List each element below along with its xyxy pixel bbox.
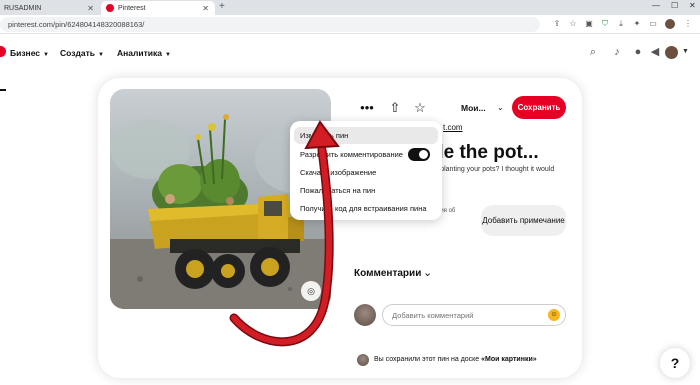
saved-note-text: Вы сохранили этот пин на доске <box>374 356 482 363</box>
vpn-shield-icon[interactable]: ⛉ <box>600 19 610 29</box>
visual-search-icon[interactable]: ◎ <box>301 281 321 301</box>
menu-dots-icon[interactable]: ⋮ <box>683 19 693 29</box>
source-link[interactable]: t.com <box>443 123 463 132</box>
puzzle-icon[interactable]: ✦ <box>632 19 642 29</box>
saved-board-link[interactable]: «Мои картинки» <box>481 356 537 363</box>
emoji-icon[interactable]: ☺ <box>548 309 560 321</box>
megaphone-icon[interactable]: ◀ <box>648 45 662 59</box>
nav-label: Аналитика <box>117 48 162 58</box>
nav-label: Бизнес <box>10 48 41 58</box>
chevron-down-icon: ▼ <box>165 52 171 58</box>
chevron-down-icon: ▼ <box>43 52 49 58</box>
download-icon[interactable]: ⤓ <box>616 19 626 29</box>
tab-title: Pinterest <box>118 4 146 12</box>
close-icon[interactable]: ✕ <box>202 4 209 13</box>
search-icon[interactable]: ⌕ <box>586 45 600 59</box>
url-field[interactable]: pinterest.com/pin/624804148320088163/ <box>0 17 540 32</box>
extension-icon[interactable]: ▣ <box>584 19 594 29</box>
avatar <box>357 354 369 366</box>
nav-business[interactable]: Бизнес ▼ <box>10 48 49 58</box>
notifications-bell-icon[interactable]: ♪ <box>610 45 624 59</box>
nav-create[interactable]: Создать ▼ <box>60 48 104 58</box>
chevron-down-icon[interactable]: ⌄ <box>423 266 432 279</box>
more-options-icon[interactable]: ••• <box>356 97 378 119</box>
menu-item-embed-code[interactable]: Получить код для встраивания пина <box>298 200 438 217</box>
add-note-button[interactable]: Добавить примечание <box>481 205 566 236</box>
comment-input[interactable] <box>382 304 566 326</box>
avatar <box>354 304 376 326</box>
browser-tab-pinterest[interactable]: Pinterest ✕ <box>101 1 215 15</box>
menu-item-edit-pin[interactable]: Изменить пин <box>294 127 438 144</box>
nav-label: Создать <box>60 48 95 58</box>
chevron-down-icon[interactable]: ⌄ <box>497 103 504 112</box>
close-icon[interactable]: ✕ <box>87 4 94 13</box>
save-button[interactable]: Сохранить <box>512 96 566 119</box>
pinterest-logo-icon[interactable] <box>0 46 6 57</box>
pin-description: rt planting your pots? I thought it woul… <box>434 166 555 173</box>
minimize-icon[interactable]: — <box>652 1 660 10</box>
sidebar-icon[interactable]: ▭ <box>648 19 658 29</box>
tab-title: RUSADMIN <box>4 4 42 12</box>
browser-tab-rusadmin[interactable]: RUSADMIN ✕ <box>0 1 100 15</box>
chevron-down-icon: ▼ <box>97 52 104 58</box>
window-close-icon[interactable]: ✕ <box>689 1 696 10</box>
avatar[interactable] <box>665 46 678 59</box>
address-bar-row: pinterest.com/pin/624804148320088163/ ⇪ … <box>0 15 700 34</box>
url-text: pinterest.com/pin/624804148320088163/ <box>8 20 145 29</box>
chevron-down-icon[interactable]: ▼ <box>682 48 689 55</box>
share-icon[interactable]: ⇪ <box>552 19 562 29</box>
comments-heading: Комментарии <box>354 268 422 279</box>
bookmark-star-icon[interactable]: ☆ <box>568 19 578 29</box>
back-arrow-icon[interactable] <box>0 89 6 91</box>
bookmark-star-icon[interactable]: ☆ <box>409 97 431 119</box>
help-button[interactable]: ? <box>660 348 690 378</box>
share-icon[interactable]: ⇧ <box>384 97 406 119</box>
pinterest-favicon-icon <box>106 4 114 12</box>
saved-note: Вы сохранили этот пин на доске «Мои карт… <box>374 356 537 363</box>
maximize-icon[interactable]: ☐ <box>671 1 678 10</box>
nav-analytics[interactable]: Аналитика ▼ <box>117 48 171 58</box>
menu-item-download-image[interactable]: Скачать изображение <box>298 164 438 181</box>
pin-title: de the pot... <box>432 142 539 163</box>
new-tab-icon[interactable]: + <box>219 1 225 12</box>
browser-tab-bar: RUSADMIN ✕ Pinterest ✕ + — ☐ ✕ <box>0 0 700 15</box>
pinterest-header: Бизнес ▼ Создать ▼ Аналитика ▼ ⌕ ♪ ● ◀ ▼ <box>0 34 700 72</box>
board-select[interactable]: Мои... <box>461 103 486 113</box>
profile-avatar-icon[interactable] <box>665 19 675 29</box>
menu-item-report-pin[interactable]: Пожаловаться на пин <box>298 182 438 199</box>
messages-icon[interactable]: ● <box>631 45 645 59</box>
comments-toggle[interactable] <box>408 148 430 161</box>
